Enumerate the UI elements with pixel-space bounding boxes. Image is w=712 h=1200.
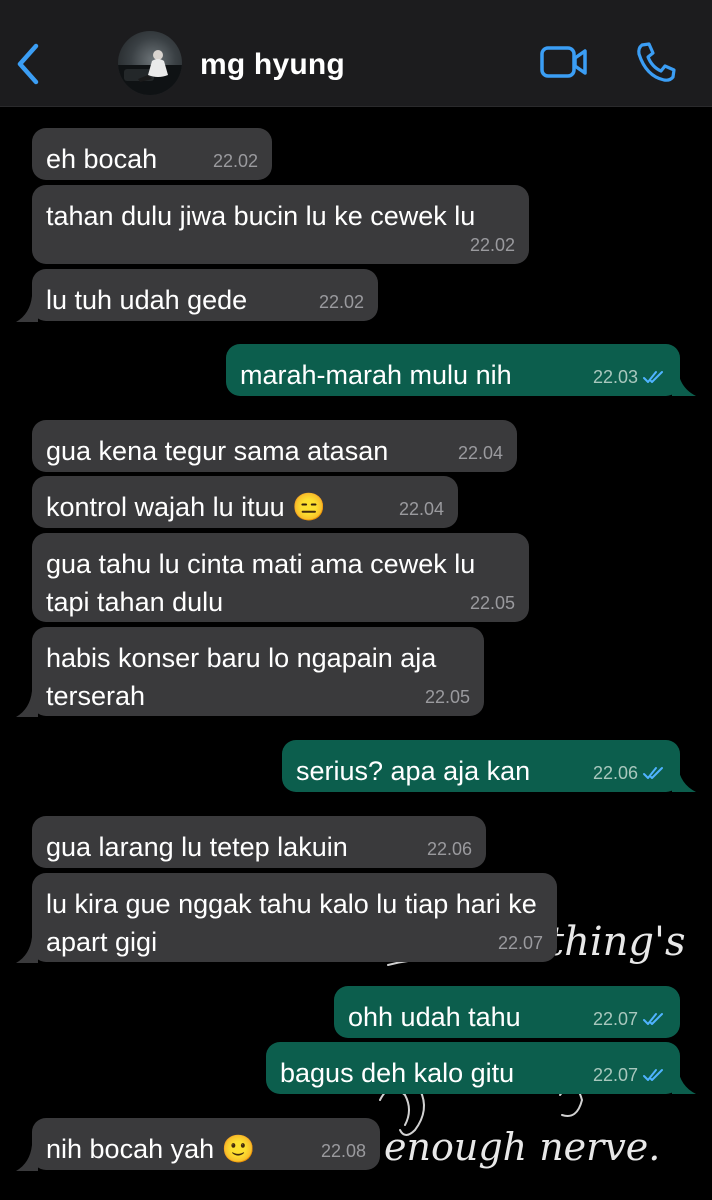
- message-time: 22.04: [457, 443, 503, 463]
- read-receipt-icon: [643, 1013, 663, 1025]
- message-bubble-outgoing[interactable]: serius? apa aja kan 22.06: [282, 740, 680, 792]
- message-time: 22.02: [212, 151, 258, 171]
- message-time: 22.08: [320, 1141, 366, 1161]
- phone-icon: [637, 42, 676, 82]
- message-bubble-outgoing[interactable]: marah-marah mulu nih 22.03: [226, 344, 680, 396]
- message-text: kontrol wajah lu ituu 😑: [46, 492, 326, 522]
- message-bubble-outgoing[interactable]: ohh udah tahu 22.07: [334, 986, 680, 1038]
- bubble-tail: [16, 1145, 38, 1171]
- voice-call-button[interactable]: [634, 40, 678, 84]
- message-time: 22.07: [593, 1065, 666, 1085]
- video-call-button[interactable]: [539, 44, 589, 80]
- message-text: lu kira gue nggak tahu kalo lu tiap hari…: [46, 889, 545, 957]
- bubble-tail: [16, 296, 38, 322]
- message-text: habis konser baru lo ngapain aja tersera…: [46, 643, 444, 711]
- bubble-tail: [672, 370, 696, 396]
- message-time: 22.02: [469, 235, 515, 255]
- message-time: 22.02: [318, 292, 364, 312]
- message-bubble-incoming[interactable]: habis konser baru lo ngapain aja tersera…: [32, 627, 484, 716]
- message-text: gua tahu lu cinta mati ama cewek lu tapi…: [46, 549, 483, 617]
- message-bubble-incoming[interactable]: gua kena tegur sama atasan 22.04: [32, 420, 517, 472]
- chevron-left-icon: [17, 43, 39, 85]
- message-bubble-incoming[interactable]: gua larang lu tetep lakuin 22.06: [32, 816, 486, 868]
- contact-name[interactable]: mg hyung: [200, 48, 345, 82]
- message-time: 22.06: [593, 763, 666, 783]
- message-bubble-incoming[interactable]: eh bocah 22.02: [32, 128, 272, 180]
- message-bubble-incoming[interactable]: lu tuh udah gede 22.02: [32, 269, 378, 321]
- message-bubble-incoming[interactable]: lu kira gue nggak tahu kalo lu tiap hari…: [32, 873, 557, 962]
- message-text: tahan dulu jiwa bucin lu ke cewek lu: [46, 201, 476, 231]
- bg-line1: thing's: [548, 919, 686, 965]
- video-camera-icon: [540, 46, 587, 78]
- bubble-tail: [16, 937, 38, 963]
- read-receipt-icon: [643, 767, 663, 779]
- message-time: 22.04: [398, 499, 444, 519]
- avatar[interactable]: [118, 31, 182, 95]
- back-button[interactable]: [14, 42, 44, 86]
- message-time: 22.07: [593, 1009, 666, 1029]
- message-text: gua larang lu tetep lakuin: [46, 832, 348, 862]
- chat-header: mg hyung: [0, 0, 712, 107]
- message-text: gua kena tegur sama atasan: [46, 436, 389, 466]
- message-bubble-incoming[interactable]: nih bocah yah 🙂 22.08: [32, 1118, 380, 1170]
- bg-line2: enough nerve.: [384, 1125, 660, 1169]
- message-bubble-incoming[interactable]: tahan dulu jiwa bucin lu ke cewek lu 22.…: [32, 185, 529, 264]
- message-time: 22.03: [593, 367, 666, 387]
- message-time: 22.05: [424, 687, 470, 707]
- message-time: 22.07: [497, 933, 543, 953]
- message-time: 22.06: [426, 839, 472, 859]
- read-receipt-icon: [643, 371, 663, 383]
- message-text: nih bocah yah 🙂: [46, 1134, 256, 1164]
- message-time: 22.05: [469, 593, 515, 613]
- bubble-tail: [672, 1068, 696, 1094]
- message-bubble-outgoing[interactable]: bagus deh kalo gitu 22.07: [266, 1042, 680, 1094]
- bubble-tail: [16, 691, 38, 717]
- message-bubble-incoming[interactable]: gua tahu lu cinta mati ama cewek lu tapi…: [32, 533, 529, 622]
- message-bubble-incoming[interactable]: kontrol wajah lu ituu 😑 22.04: [32, 476, 458, 528]
- read-receipt-icon: [643, 1069, 663, 1081]
- bubble-tail: [672, 766, 696, 792]
- message-text: lu tuh udah gede: [46, 285, 248, 315]
